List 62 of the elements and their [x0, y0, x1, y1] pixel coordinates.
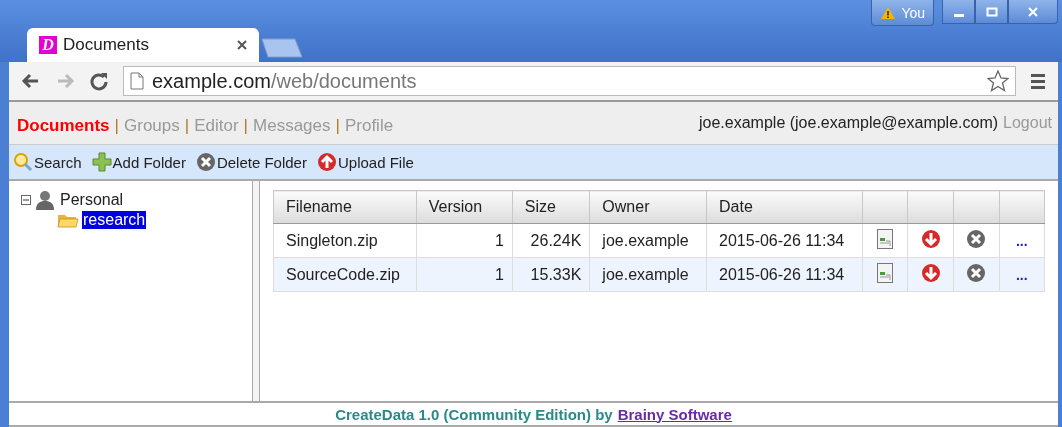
document-icon[interactable] [877, 262, 893, 283]
nav-separator: | [114, 116, 119, 136]
tree-item[interactable]: research [82, 211, 147, 229]
download-icon[interactable] [920, 228, 941, 249]
nav-separator: | [243, 116, 248, 136]
collapse-icon[interactable] [21, 195, 31, 205]
delete-icon[interactable] [966, 262, 987, 283]
column-header: Owner [589, 190, 707, 224]
nav-separator: | [335, 116, 340, 136]
table-cell: 15.33K [512, 257, 590, 292]
page-icon [130, 72, 144, 90]
search-icon [13, 152, 33, 172]
toolbar-button[interactable]: Delete Folder [195, 152, 307, 172]
user-info: joe.example (joe.example@example.com) [699, 114, 999, 132]
warning-icon [880, 5, 897, 20]
toolbar-button[interactable]: Search [13, 152, 82, 172]
upload-icon [316, 152, 337, 172]
column-header: Size [512, 190, 590, 224]
column-header: Filename [273, 190, 417, 224]
table-cell: 1 [416, 257, 513, 292]
tab-title: Documents [63, 35, 150, 55]
splitter-handle[interactable] [253, 181, 260, 401]
table-cell: 2015-06-26 11:34 [706, 223, 863, 258]
folder-icon [57, 212, 79, 228]
plus-icon [91, 152, 112, 172]
table-cell: joe.example [589, 257, 707, 292]
tree-item[interactable]: Personal [59, 191, 125, 209]
bookmark-star-icon[interactable] [987, 70, 1009, 92]
table-cell: SourceCode.zip [273, 257, 417, 292]
footer-text: CreateData 1.0 (Community Edition) by [335, 405, 613, 423]
document-icon[interactable] [877, 228, 893, 249]
minimize-icon [953, 13, 964, 17]
toolbar-button[interactable]: Upload File [316, 152, 414, 172]
favicon: D [39, 36, 57, 54]
delete-icon[interactable] [966, 228, 987, 249]
column-header: Date [706, 190, 863, 224]
table-cell: 1 [416, 223, 513, 258]
close-icon[interactable] [237, 40, 247, 50]
more-link[interactable]: ... [1016, 266, 1028, 283]
close-icon [1027, 6, 1039, 17]
maximize-button[interactable] [975, 0, 1008, 24]
user-icon [34, 189, 56, 211]
maximize-icon [985, 6, 998, 17]
column-header: Version [416, 190, 513, 224]
new-tab-button[interactable] [261, 38, 303, 58]
close-button[interactable] [1008, 0, 1058, 24]
table-cell: joe.example [589, 223, 707, 258]
reload-icon[interactable] [89, 71, 109, 91]
menu-icon[interactable] [1030, 72, 1046, 90]
table-cell: 26.24K [512, 223, 590, 258]
footer-link[interactable]: Brainy Software [617, 405, 732, 423]
minimize-button[interactable] [942, 0, 975, 24]
toolbar-button[interactable]: Add Folder [91, 152, 186, 172]
nav-separator: | [184, 116, 190, 136]
download-icon[interactable] [920, 262, 941, 283]
more-link[interactable]: ... [1016, 232, 1028, 249]
table-cell: 2015-06-26 11:34 [706, 257, 863, 292]
table-cell: Singleton.zip [273, 223, 417, 258]
delete-icon [195, 152, 216, 172]
back-icon[interactable] [21, 71, 41, 91]
address-field[interactable]: example.com/web/documents [123, 66, 1016, 96]
browser-tab[interactable]: D Documents [27, 28, 259, 62]
